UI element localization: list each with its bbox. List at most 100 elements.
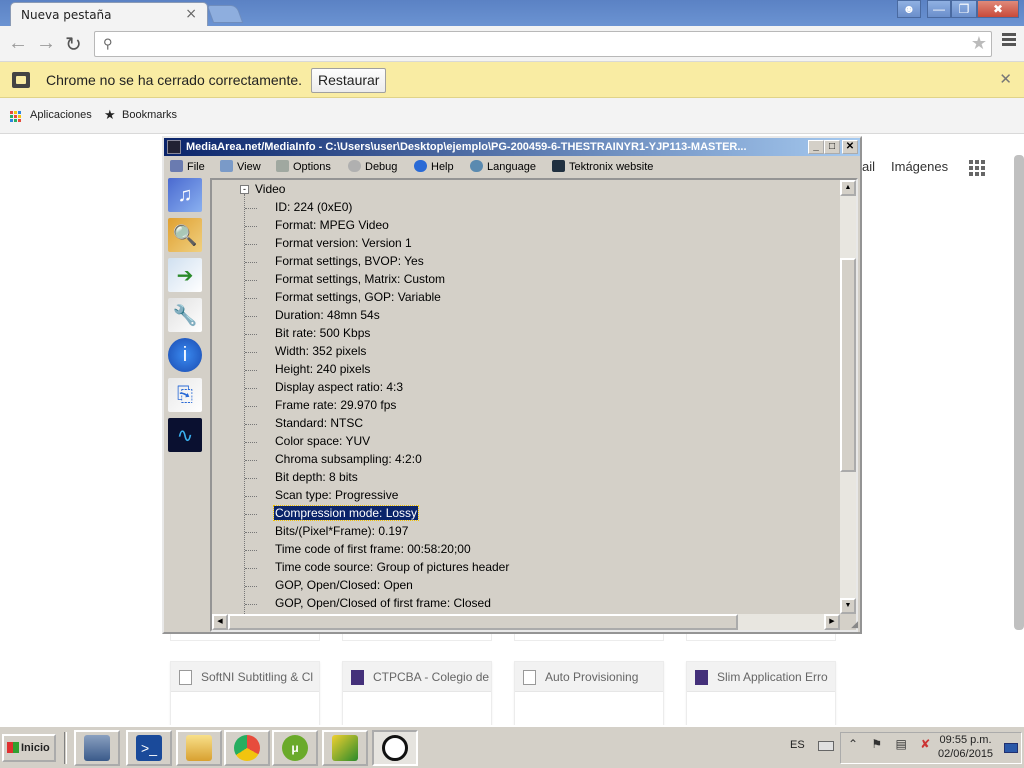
- menu-options[interactable]: Options: [276, 160, 331, 173]
- tree-item[interactable]: Format settings, BVOP: Yes: [274, 254, 425, 268]
- globe-icon: [470, 160, 483, 172]
- taskbar-powershell[interactable]: >_: [126, 730, 172, 766]
- most-visited-tile[interactable]: Slim Application Erro: [686, 661, 836, 731]
- volume-muted-icon[interactable]: ✘: [920, 737, 935, 751]
- mi-minimize-button[interactable]: _: [808, 140, 824, 154]
- tree-item[interactable]: Format settings, Matrix: Custom: [274, 272, 446, 286]
- resize-grip-icon[interactable]: ◢: [851, 619, 858, 630]
- infobar-close-icon[interactable]: ✕: [999, 70, 1012, 88]
- menu-tektronix[interactable]: Tektronix website: [552, 160, 653, 173]
- most-visited-tile[interactable]: SoftNI Subtitling & Cl: [170, 661, 320, 731]
- site-favicon-icon: [695, 670, 708, 685]
- scroll-right-arrow-icon[interactable]: ▶: [824, 614, 840, 630]
- most-visited-tile[interactable]: Auto Provisioning: [514, 661, 664, 731]
- taskbar-app[interactable]: [322, 730, 368, 766]
- gmail-link[interactable]: ail: [862, 159, 875, 174]
- mi-maximize-button[interactable]: □: [824, 140, 840, 154]
- waveform-icon[interactable]: ∿: [168, 418, 202, 452]
- tree-item[interactable]: GOP, Open/Closed: Open: [274, 578, 414, 592]
- google-apps-icon[interactable]: [969, 160, 987, 178]
- tree-item[interactable]: Format: MPEG Video: [274, 218, 390, 232]
- chrome-menu-icon[interactable]: [1002, 33, 1016, 48]
- tree-item[interactable]: Chroma subsampling: 4:2:0: [274, 452, 423, 466]
- system-clock[interactable]: 09:55 p.m. 02/06/2015: [938, 733, 993, 761]
- tree-item[interactable]: Frame rate: 29.970 fps: [274, 398, 397, 412]
- tree-item[interactable]: Bits/(Pixel*Frame): 0.197: [274, 524, 409, 538]
- language-indicator[interactable]: ES: [790, 739, 805, 751]
- bookmark-folder[interactable]: Bookmarks: [122, 109, 177, 121]
- tree-item[interactable]: Bit depth: 8 bits: [274, 470, 359, 484]
- tree-item[interactable]: Display aspect ratio: 4:3: [274, 380, 404, 394]
- hscroll-thumb[interactable]: [228, 614, 738, 630]
- horizontal-scrollbar[interactable]: ◀ ▶: [212, 614, 840, 630]
- close-icon: ✖: [992, 2, 1004, 16]
- collapse-icon[interactable]: -: [240, 185, 249, 194]
- flag-icon[interactable]: ⚑: [871, 737, 887, 751]
- bookmark-star-icon[interactable]: ★: [971, 33, 987, 54]
- vertical-scrollbar[interactable]: ▲ ▼: [840, 180, 856, 614]
- taskbar-computer[interactable]: [74, 730, 120, 766]
- tree-item[interactable]: Scan type: Progressive: [274, 488, 399, 502]
- export-icon[interactable]: ⎘: [168, 378, 202, 412]
- tab-close-icon[interactable]: ×: [185, 6, 197, 22]
- back-arrow-icon[interactable]: ←: [8, 32, 28, 55]
- forward-arrow-icon[interactable]: →: [36, 32, 56, 55]
- open-folder-icon[interactable]: 🔍: [168, 218, 202, 252]
- taskbar-explorer[interactable]: [176, 730, 222, 766]
- menu-help[interactable]: Help: [414, 160, 454, 173]
- start-button[interactable]: Inicio: [2, 734, 56, 762]
- info-tree-view[interactable]: - Video ID: 224 (0xE0) Format: MPEG Video…: [210, 178, 858, 632]
- restore-session-button[interactable]: Restaurar: [311, 68, 387, 93]
- tree-item[interactable]: Width: 352 pixels: [274, 344, 367, 358]
- scroll-up-arrow-icon[interactable]: ▲: [840, 180, 856, 196]
- about-info-icon[interactable]: i: [168, 338, 202, 372]
- tree-item[interactable]: GOP, Open/Closed of first frame: Closed: [274, 596, 492, 610]
- preferences-icon[interactable]: 🔧: [168, 298, 202, 332]
- mi-close-button[interactable]: ✕: [842, 140, 858, 154]
- tree-item[interactable]: Format settings, GOP: Variable: [274, 290, 442, 304]
- address-bar[interactable]: ⚲ ★: [94, 31, 992, 57]
- taskbar-utorrent[interactable]: μ: [272, 730, 318, 766]
- tab-nueva-pestana[interactable]: Nueva pestaña ×: [10, 2, 208, 26]
- open-file-icon[interactable]: ♫: [168, 178, 202, 212]
- minimize-icon: —: [933, 2, 945, 16]
- page-scrollbar[interactable]: [1014, 155, 1024, 630]
- reload-icon[interactable]: ↻: [65, 32, 82, 57]
- scroll-thumb[interactable]: [840, 258, 856, 472]
- menu-language[interactable]: Language: [470, 160, 536, 173]
- tree-item[interactable]: Bit rate: 500 Kbps: [274, 326, 371, 340]
- most-visited-tile[interactable]: CTPCBA - Colegio de: [342, 661, 492, 731]
- tree-root-video[interactable]: Video: [255, 182, 285, 196]
- tree-item[interactable]: Height: 240 pixels: [274, 362, 371, 376]
- bookmark-aplicaciones[interactable]: Aplicaciones: [30, 109, 92, 121]
- scroll-left-arrow-icon[interactable]: ◀: [212, 614, 228, 630]
- tray-expand-icon[interactable]: ⌃: [848, 737, 863, 751]
- import-info-icon[interactable]: ➔: [168, 258, 202, 292]
- tree-item[interactable]: Format version: Version 1: [274, 236, 413, 250]
- tree-item[interactable]: Time code of first frame: 00:58:20;00: [274, 542, 472, 556]
- taskbar-mediainfo[interactable]: [372, 730, 418, 766]
- menu-file[interactable]: File: [170, 160, 205, 173]
- tree-item[interactable]: ID: 224 (0xE0): [274, 200, 353, 214]
- profile-button[interactable]: ☻: [897, 0, 921, 18]
- new-tab-button[interactable]: [206, 5, 244, 23]
- images-link[interactable]: Imágenes: [891, 159, 948, 174]
- network-icon[interactable]: ▤: [896, 737, 912, 751]
- close-button[interactable]: ✖: [977, 0, 1019, 18]
- mediainfo-titlebar[interactable]: MediaArea.net/MediaInfo - C:\Users\user\…: [164, 138, 860, 156]
- view-icon: [220, 160, 233, 172]
- tree-item[interactable]: Compression mode: Lossy: [272, 505, 420, 521]
- menu-debug[interactable]: Debug: [348, 160, 397, 173]
- keyboard-icon[interactable]: [818, 741, 834, 751]
- scroll-down-arrow-icon[interactable]: ▼: [840, 598, 856, 614]
- tree-item[interactable]: Time code source: Group of pictures head…: [274, 560, 510, 574]
- tree-item[interactable]: Duration: 48mn 54s: [274, 308, 381, 322]
- bookmarks-bar: Aplicaciones ★ Bookmarks: [0, 98, 1024, 134]
- tree-item[interactable]: Color space: YUV: [274, 434, 371, 448]
- show-desktop-icon[interactable]: [1004, 743, 1018, 753]
- tree-item[interactable]: Standard: NTSC: [274, 416, 364, 430]
- restore-button[interactable]: ❐: [951, 0, 977, 18]
- menu-view[interactable]: View: [220, 160, 261, 173]
- taskbar-chrome[interactable]: [224, 730, 270, 766]
- minimize-button[interactable]: —: [927, 0, 951, 18]
